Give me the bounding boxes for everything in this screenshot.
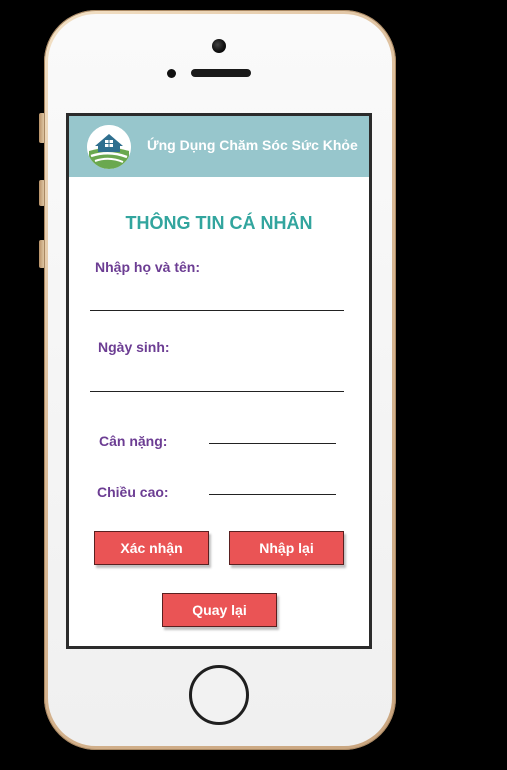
- app-screen: Ứng Dụng Chăm Sóc Sức Khỏe THÔNG TIN CÁ …: [69, 116, 369, 646]
- birthdate-input[interactable]: [90, 391, 344, 392]
- earpiece-speaker: [191, 69, 251, 77]
- fullname-input[interactable]: [90, 310, 344, 311]
- birthdate-label: Ngày sinh:: [98, 339, 170, 355]
- reset-button[interactable]: Nhập lại: [229, 531, 344, 565]
- page-title: THÔNG TIN CÁ NHÂN: [125, 213, 313, 233]
- app-header: Ứng Dụng Chăm Sóc Sức Khỏe: [69, 116, 369, 177]
- weight-input[interactable]: [209, 443, 336, 444]
- confirm-button[interactable]: Xác nhận: [94, 531, 209, 565]
- proximity-sensor: [167, 69, 176, 78]
- house-health-logo-icon: [87, 125, 131, 169]
- phone-mockup: Ứng Dụng Chăm Sóc Sức Khỏe THÔNG TIN CÁ …: [0, 0, 507, 770]
- weight-label: Cân nặng:: [99, 433, 168, 449]
- front-camera-icon: [212, 39, 226, 53]
- phone-screen: Ứng Dụng Chăm Sóc Sức Khỏe THÔNG TIN CÁ …: [66, 113, 372, 649]
- app-title: Ứng Dụng Chăm Sóc Sức Khỏe: [147, 137, 358, 153]
- fullname-label: Nhập họ và tên:: [95, 259, 201, 275]
- home-button[interactable]: [189, 665, 249, 725]
- height-input[interactable]: [209, 494, 336, 495]
- back-button[interactable]: Quay lại: [162, 593, 277, 627]
- height-label: Chiều cao:: [97, 484, 169, 500]
